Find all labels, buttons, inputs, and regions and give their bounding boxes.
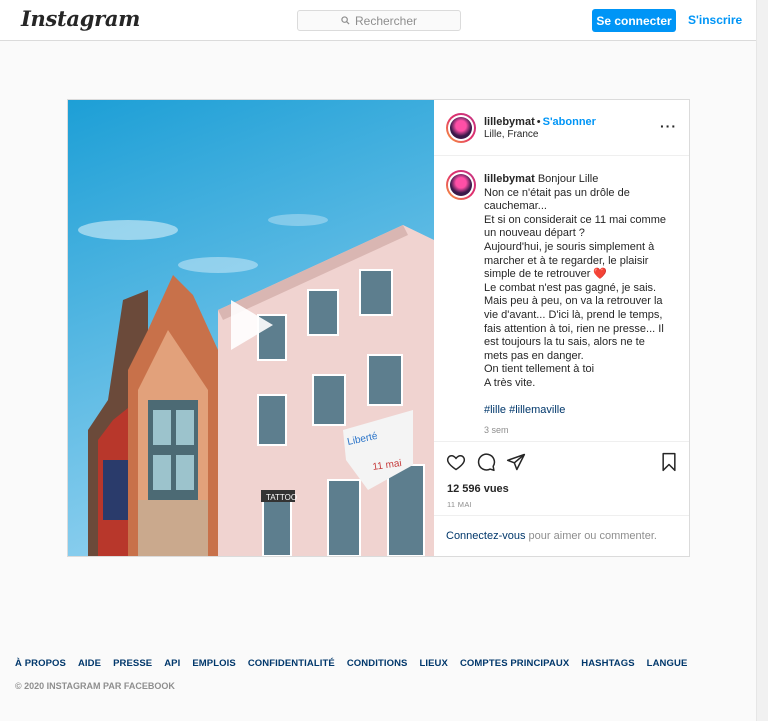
post-date: 11 MAI xyxy=(447,500,473,509)
post-caption: lillebymat Bonjour Lille Non ce n'était … xyxy=(484,173,674,437)
search-icon xyxy=(341,16,350,25)
footer: À PROPOS AIDE PRESSE API EMPLOIS CONFIDE… xyxy=(15,658,745,691)
footer-link-jobs[interactable]: EMPLOIS xyxy=(192,658,235,669)
footer-link-help[interactable]: AIDE xyxy=(78,658,101,669)
separator-dot: • xyxy=(536,116,541,128)
heart-icon[interactable] xyxy=(446,452,466,472)
post-video[interactable]: TATTOO Liberté 11 mai xyxy=(68,100,434,556)
caption-avatar[interactable] xyxy=(446,170,476,200)
signup-link[interactable]: S'inscrire xyxy=(688,13,742,27)
share-icon[interactable] xyxy=(506,452,526,472)
footer-link-api[interactable]: API xyxy=(164,658,180,669)
post-time-ago: 3 sem xyxy=(484,424,509,435)
post-username[interactable]: lillebymat xyxy=(484,116,535,128)
post-location[interactable]: Lille, France xyxy=(484,129,538,140)
shop-sign-text: TATTOO xyxy=(266,493,297,502)
copyright: © 2020 INSTAGRAM PAR FACEBOOK xyxy=(15,681,175,691)
hashtags: #lille #lillemaville xyxy=(484,404,674,418)
footer-link-privacy[interactable]: CONFIDENTIALITÉ xyxy=(248,658,335,669)
login-link[interactable]: Connectez-vous xyxy=(446,530,526,542)
comment-icon[interactable] xyxy=(476,452,496,472)
follow-button[interactable]: S'abonner xyxy=(543,116,596,128)
video-frame: TATTOO Liberté 11 mai xyxy=(68,100,434,556)
post-header: lillebymat • S'abonner Lille, France ··· xyxy=(434,100,689,156)
footer-link-top-accounts[interactable]: COMPTES PRINCIPAUX xyxy=(460,658,569,669)
footer-link-terms[interactable]: CONDITIONS xyxy=(347,658,408,669)
view-count[interactable]: 12 596 vues xyxy=(447,483,509,495)
footer-link-about[interactable]: À PROPOS xyxy=(15,658,66,669)
footer-link-language[interactable]: LANGUE xyxy=(647,658,688,669)
post-sidebar: lillebymat • S'abonner Lille, France ··· l… xyxy=(434,100,689,556)
top-nav: Instagram Rechercher Se connecter S'insc… xyxy=(0,0,756,41)
footer-link-locations[interactable]: LIEUX xyxy=(419,658,447,669)
login-button[interactable]: Se connecter xyxy=(592,9,676,32)
bookmark-icon[interactable] xyxy=(659,452,679,472)
footer-link-press[interactable]: PRESSE xyxy=(113,658,152,669)
more-options-icon[interactable]: ··· xyxy=(660,118,677,134)
comments-area[interactable]: lillebymat Bonjour Lille Non ce n'était … xyxy=(434,157,689,441)
post-actions: 12 596 vues 11 MAI xyxy=(434,441,689,515)
hashtag-link[interactable]: #lillemaville xyxy=(509,404,565,416)
caption-username[interactable]: lillebymat xyxy=(484,173,535,185)
search-placeholder: Rechercher xyxy=(354,13,418,28)
login-prompt: Connectez-vous pour aimer ou commenter. xyxy=(434,515,689,556)
search-box[interactable]: Rechercher xyxy=(297,10,461,31)
instagram-logo[interactable]: Instagram xyxy=(21,6,140,31)
hashtag-link[interactable]: #lille xyxy=(484,404,506,416)
page-scrollbar[interactable] xyxy=(756,0,768,721)
footer-nav: À PROPOS AIDE PRESSE API EMPLOIS CONFIDE… xyxy=(15,658,745,669)
footer-link-hashtags[interactable]: HASHTAGS xyxy=(581,658,634,669)
avatar[interactable] xyxy=(446,113,476,143)
post-card: TATTOO Liberté 11 mai lillebymat • S'abonn… xyxy=(67,99,690,557)
